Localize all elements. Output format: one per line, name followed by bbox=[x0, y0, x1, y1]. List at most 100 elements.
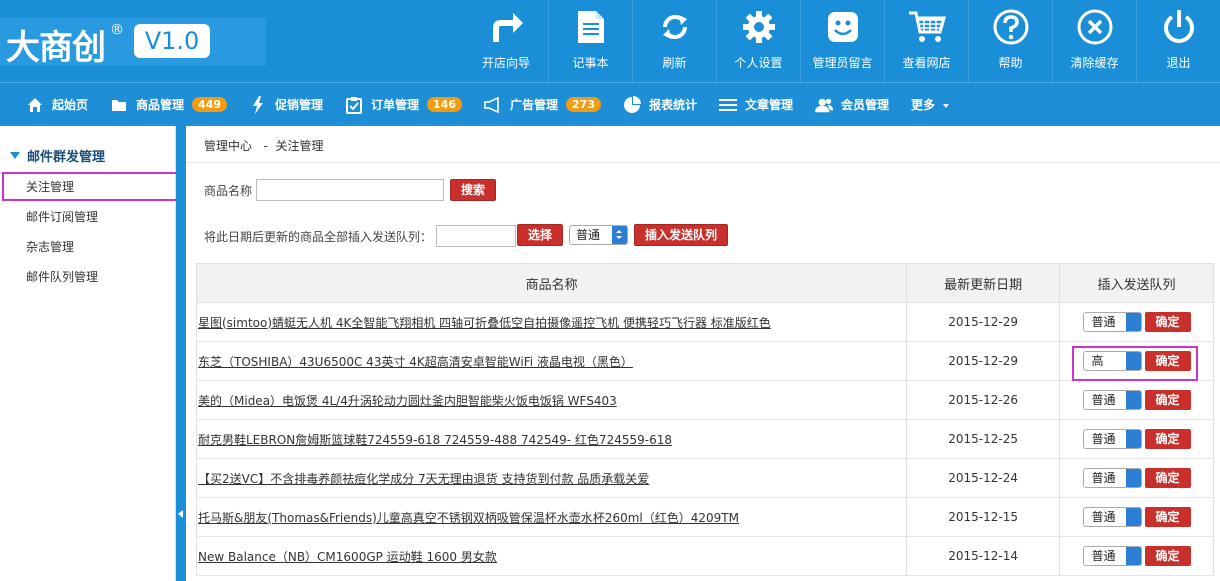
priority-select-value: 普通 bbox=[576, 228, 601, 242]
search-button[interactable]: 搜索 bbox=[450, 179, 496, 201]
count-badge: 146 bbox=[427, 97, 462, 112]
menu-ads[interactable]: 广告管理 273 bbox=[484, 96, 601, 114]
top-nav-notepad[interactable]: 记事本 bbox=[548, 0, 632, 82]
top-nav-refresh[interactable]: 刷新 bbox=[632, 0, 716, 82]
top-nav-label: 开店向导 bbox=[481, 56, 530, 70]
row-confirm-button[interactable]: 确定 bbox=[1144, 312, 1191, 332]
select-arrows-icon bbox=[1125, 313, 1141, 331]
menu-reports[interactable]: 报表统计 bbox=[623, 95, 697, 114]
insert-queue-button[interactable]: 插入发送队列 bbox=[634, 224, 728, 246]
product-link[interactable]: 美的（Midea）电饭煲 4L/4升涡轮动力圆灶釜内胆智能柴火饭电饭锅 WFS4… bbox=[198, 394, 617, 408]
folder-icon bbox=[110, 96, 128, 114]
menu-goods[interactable]: 商品管理 449 bbox=[110, 96, 227, 114]
sidebar-item-mail-subscription[interactable]: 邮件订阅管理 bbox=[26, 208, 98, 225]
sidebar-item-follow-management[interactable]: 关注管理 bbox=[26, 178, 74, 195]
search-input[interactable] bbox=[256, 179, 444, 201]
version-badge: V1.0 bbox=[134, 24, 210, 58]
smiley-message-icon bbox=[801, 8, 884, 46]
column-header-name[interactable]: 商品名称 bbox=[195, 263, 908, 303]
menu-promotion[interactable]: 促销管理 bbox=[249, 95, 324, 114]
top-nav: 开店向导 记事本 刷新 个人设置 管理员留言 查看网店 帮助 清除缓存 退出 bbox=[464, 0, 1220, 82]
row-confirm-button[interactable]: 确定 bbox=[1144, 429, 1191, 449]
row-confirm-button[interactable]: 确定 bbox=[1144, 468, 1191, 488]
share-arrow-icon bbox=[464, 8, 548, 46]
row-priority-value: 高 bbox=[1091, 354, 1104, 368]
update-date: 2015-12-26 bbox=[906, 380, 1060, 420]
select-arrows-icon bbox=[612, 226, 627, 244]
date-input[interactable] bbox=[436, 225, 516, 247]
row-confirm-button[interactable]: 确定 bbox=[1144, 507, 1191, 527]
product-link[interactable]: 耐克男鞋LEBRON詹姆斯篮球鞋724559-618 724559-488 74… bbox=[198, 433, 672, 447]
row-priority-select[interactable]: 普通 bbox=[1082, 312, 1142, 332]
sidebar-group-title[interactable]: 邮件群发管理 bbox=[10, 146, 105, 165]
menu-label: 起始页 bbox=[52, 98, 89, 112]
menu-articles[interactable]: 文章管理 bbox=[719, 96, 793, 114]
menu-more-label: 更多 bbox=[911, 98, 936, 112]
priority-select[interactable]: 普通 bbox=[569, 225, 628, 245]
power-icon bbox=[1137, 8, 1220, 46]
top-nav-help[interactable]: 帮助 bbox=[968, 0, 1052, 82]
menu-label: 订单管理 bbox=[371, 98, 420, 112]
row-priority-select[interactable]: 普通 bbox=[1082, 390, 1142, 410]
table-row: 【买2送VC】不含排毒养颜祛痘化学成分 7天无理由退货 支持货到付款 品质承载关… bbox=[195, 458, 1214, 498]
menu-label: 文章管理 bbox=[745, 98, 794, 112]
sidebar-title-label: 邮件群发管理 bbox=[27, 150, 106, 165]
row-priority-select[interactable]: 普通 bbox=[1082, 468, 1142, 488]
row-priority-select[interactable]: 高 bbox=[1082, 351, 1142, 371]
breadcrumb-root[interactable]: 管理中心 bbox=[204, 139, 252, 153]
update-date: 2015-12-24 bbox=[906, 458, 1060, 498]
top-nav-view-store[interactable]: 查看网店 bbox=[884, 0, 968, 82]
row-priority-select[interactable]: 普通 bbox=[1082, 507, 1142, 527]
update-date: 2015-12-14 bbox=[906, 536, 1060, 576]
clear-icon bbox=[1053, 8, 1136, 46]
breadcrumb: 管理中心 - 关注管理 bbox=[204, 137, 323, 154]
update-date: 2015-12-29 bbox=[906, 302, 1060, 342]
top-nav-admin-message[interactable]: 管理员留言 bbox=[800, 0, 884, 82]
select-arrows-icon bbox=[1125, 352, 1141, 370]
logo-text: 大商创 bbox=[6, 28, 106, 68]
row-confirm-button[interactable]: 确定 bbox=[1144, 390, 1191, 410]
home-icon bbox=[26, 96, 44, 114]
menu-members[interactable]: 会员管理 bbox=[815, 96, 889, 114]
sidebar-item-mail-queue[interactable]: 邮件队列管理 bbox=[26, 268, 98, 285]
sidebar: 邮件群发管理 关注管理 邮件订阅管理 杂志管理 邮件队列管理 bbox=[0, 126, 178, 581]
pie-chart-icon bbox=[623, 95, 641, 114]
logo[interactable]: 大商创 ® V1.0 bbox=[0, 18, 266, 68]
row-confirm-button[interactable]: 确定 bbox=[1144, 546, 1191, 566]
product-link[interactable]: New Balance（NB）CM1600GP 运动鞋 1600 男女款 bbox=[198, 550, 497, 564]
help-icon bbox=[969, 8, 1052, 46]
row-priority-value: 普通 bbox=[1091, 471, 1116, 485]
menu-label: 广告管理 bbox=[510, 98, 559, 112]
refresh-icon bbox=[633, 8, 716, 46]
users-icon bbox=[815, 96, 834, 114]
select-arrows-icon bbox=[1125, 508, 1141, 526]
top-nav-setup-wizard[interactable]: 开店向导 bbox=[464, 0, 548, 82]
select-arrows-icon bbox=[1125, 547, 1141, 565]
menu-home[interactable]: 起始页 bbox=[26, 96, 88, 114]
top-nav-logout[interactable]: 退出 bbox=[1136, 0, 1220, 82]
menu-orders[interactable]: 订单管理 146 bbox=[345, 96, 462, 114]
product-link[interactable]: 星图(simtoo)蜻蜓无人机 4K全智能飞翔相机 四轴可折叠低空自拍摄像遥控飞… bbox=[198, 316, 771, 330]
logo-registered-mark: ® bbox=[110, 22, 124, 38]
menu-label: 促销管理 bbox=[275, 98, 324, 112]
top-nav-clear-cache[interactable]: 清除缓存 bbox=[1052, 0, 1136, 82]
product-link[interactable]: 托马斯&朋友(Thomas&Friends)儿童高真空不锈钢双柄吸管保温杯水壶水… bbox=[198, 511, 739, 525]
column-header-date[interactable]: 最新更新日期 bbox=[906, 263, 1061, 303]
menu-label: 会员管理 bbox=[841, 98, 890, 112]
product-link[interactable]: 【买2送VC】不含排毒养颜祛痘化学成分 7天无理由退货 支持货到付款 品质承载关… bbox=[198, 472, 649, 486]
collapse-arrow-icon[interactable] bbox=[178, 510, 183, 518]
list-icon bbox=[719, 96, 737, 114]
main-content: 管理中心 - 关注管理 商品名称 搜索 将此日期后更新的商品全部插入发送队列： … bbox=[186, 126, 1220, 581]
update-date: 2015-12-25 bbox=[906, 419, 1060, 459]
top-nav-label: 查看网店 bbox=[902, 56, 951, 70]
top-nav-settings[interactable]: 个人设置 bbox=[716, 0, 800, 82]
row-priority-value: 普通 bbox=[1091, 510, 1116, 524]
row-priority-select[interactable]: 普通 bbox=[1082, 546, 1142, 566]
chevron-down-icon bbox=[943, 103, 950, 108]
menu-more-dropdown[interactable]: 更多 bbox=[911, 96, 950, 113]
choose-date-button[interactable]: 选择 bbox=[517, 224, 563, 246]
product-link[interactable]: 东芝（TOSHIBA）43U6500C 43英寸 4K超高清安卓智能WiFi 液… bbox=[198, 355, 633, 369]
select-arrows-icon bbox=[1125, 430, 1141, 448]
row-priority-select[interactable]: 普通 bbox=[1082, 429, 1142, 449]
sidebar-item-magazine[interactable]: 杂志管理 bbox=[26, 238, 74, 255]
